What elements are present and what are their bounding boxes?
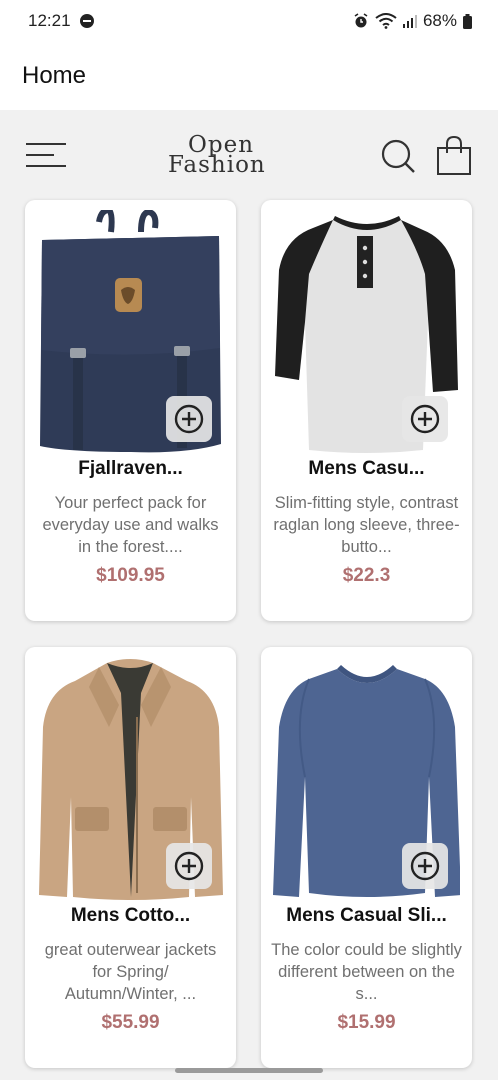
plus-circle-icon xyxy=(174,404,204,434)
product-description: Slim-fitting style, contrast raglan long… xyxy=(273,494,460,556)
wifi-icon xyxy=(375,13,397,29)
app-bar: Home xyxy=(0,42,498,110)
product-price: $55.99 xyxy=(101,1012,160,1033)
shopping-bag-icon xyxy=(437,135,471,175)
product-price: $15.99 xyxy=(337,1012,396,1033)
brand-logo: Open Fashion xyxy=(168,132,278,182)
gesture-navigation-handle[interactable] xyxy=(175,1068,323,1073)
status-bar: 12:21 68% xyxy=(0,0,498,42)
do-not-disturb-icon xyxy=(80,14,94,28)
menu-icon-line xyxy=(26,143,66,145)
product-description: Your perfect pack for everyday use and w… xyxy=(42,494,219,556)
product-card[interactable]: Mens Cotto... great outerwear jackets fo… xyxy=(25,647,236,1068)
main-content[interactable]: Open Fashion Fjallraven... Your perfect … xyxy=(0,110,498,1080)
add-to-cart-button[interactable] xyxy=(402,843,448,889)
product-description: great outerwear jackets for Spring/ Autu… xyxy=(44,941,217,1003)
status-icons: 68% xyxy=(353,11,472,31)
signal-icon xyxy=(402,15,417,28)
search-icon xyxy=(381,139,415,173)
brand-line2: Fashion xyxy=(168,152,266,178)
product-title: Mens Cotto... xyxy=(70,905,191,926)
menu-icon-line xyxy=(26,154,54,156)
page-title: Home xyxy=(22,62,87,89)
plus-circle-icon xyxy=(410,851,440,881)
battery-icon xyxy=(463,13,472,29)
shopping-bag-button[interactable] xyxy=(436,135,472,176)
plus-circle-icon xyxy=(174,851,204,881)
product-card[interactable]: Fjallraven... Your perfect pack for ever… xyxy=(25,200,236,621)
add-to-cart-button[interactable] xyxy=(166,396,212,442)
store-toolbar: Open Fashion xyxy=(0,110,498,200)
plus-circle-icon xyxy=(410,404,440,434)
search-button[interactable] xyxy=(380,138,416,174)
product-card[interactable]: Mens Casu... Slim-fitting style, contras… xyxy=(261,200,472,621)
add-to-cart-button[interactable] xyxy=(166,843,212,889)
product-title: Mens Casual Sli... xyxy=(286,905,447,926)
product-description: The color could be slightly different be… xyxy=(271,941,462,1003)
status-time: 12:21 xyxy=(28,11,71,30)
product-card[interactable]: Mens Casual Sli... The color could be sl… xyxy=(261,647,472,1068)
add-to-cart-button[interactable] xyxy=(402,396,448,442)
product-title: Mens Casu... xyxy=(308,458,425,479)
menu-button[interactable] xyxy=(26,140,66,170)
battery-percent: 68% xyxy=(422,11,457,30)
product-price: $22.3 xyxy=(342,565,391,586)
alarm-icon xyxy=(354,13,368,28)
product-title: Fjallraven... xyxy=(78,458,183,479)
menu-icon-line xyxy=(26,165,66,167)
product-price: $109.95 xyxy=(96,565,165,586)
